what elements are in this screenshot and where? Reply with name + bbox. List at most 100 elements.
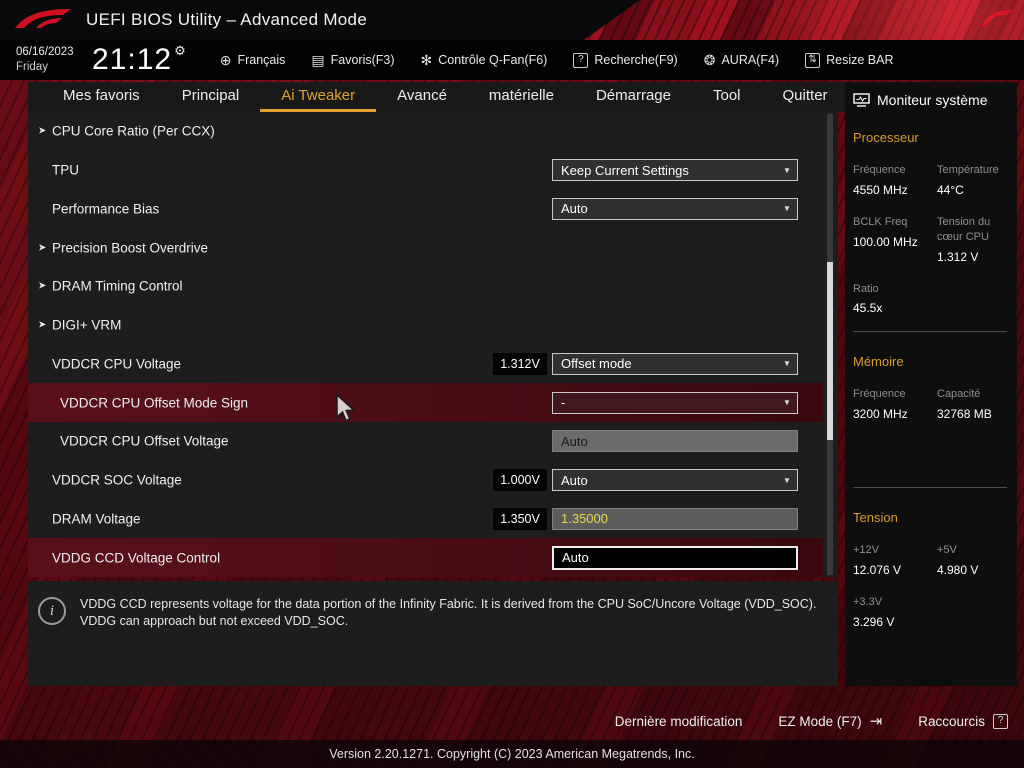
- setting-row-vddcr-cpu-offset-voltage: VDDCR CPU Offset Voltage Auto: [28, 422, 838, 461]
- current-value-badge: 1.000V: [493, 469, 547, 492]
- submenu-arrow-icon: ➤: [38, 319, 47, 331]
- setting-row-precision-boost-overdrive[interactable]: ➤ Precision Boost Overdrive: [28, 228, 838, 267]
- scrollbar-track[interactable]: [827, 114, 833, 575]
- memory-section: Mémoire Fréquence 3200 MHz Capacité 3276…: [845, 354, 1017, 421]
- tab-demarrage[interactable]: Démarrage: [575, 82, 692, 112]
- system-monitor-panel: Moniteur système Processeur Fréquence 45…: [845, 82, 1017, 686]
- setting-label: VDDCR SOC Voltage: [52, 472, 182, 488]
- tab-principal[interactable]: Principal: [161, 82, 261, 112]
- monitor-cell: Fréquence 3200 MHz: [853, 387, 937, 421]
- current-value-badge: 1.350V: [493, 507, 547, 530]
- monitor-label: BCLK Freq: [853, 215, 908, 228]
- dropdown-value: Keep Current Settings: [561, 162, 689, 178]
- monitor-label: Ratio: [853, 282, 879, 295]
- page-title: UEFI BIOS Utility – Advanced Mode: [86, 10, 368, 29]
- tpu-dropdown[interactable]: Keep Current Settings ▼: [552, 159, 798, 182]
- monitor-cell: +3.3V 3.296 V: [853, 595, 937, 629]
- favorites-label: Favoris(F3): [330, 53, 395, 67]
- uefi-background: UEFI BIOS Utility – Advanced Mode 06/16/…: [0, 0, 1024, 768]
- shortcuts-button[interactable]: Raccourcis ?: [918, 713, 1008, 729]
- system-monitor-header: Moniteur système: [845, 82, 1017, 108]
- last-modified-label: Dernière modification: [614, 713, 743, 729]
- setting-label: VDDG CCD Voltage Control: [52, 550, 221, 566]
- monitor-value: 4550 MHz: [853, 182, 908, 197]
- search-button[interactable]: ? Recherche(F9): [573, 52, 678, 68]
- setting-row-dram-timing-control[interactable]: ➤ DRAM Timing Control: [28, 267, 838, 306]
- setting-label: TPU: [52, 162, 79, 178]
- section-divider: [853, 331, 1007, 333]
- tab-tool[interactable]: Tool: [692, 82, 762, 112]
- vddcr-soc-voltage-dropdown[interactable]: Auto ▼: [552, 469, 798, 492]
- monitor-value: 100.00 MHz: [853, 234, 918, 249]
- tab-quitter[interactable]: Quitter: [762, 82, 845, 112]
- submenu-arrow-icon: ➤: [38, 242, 47, 254]
- time-display: 21:12 ⚙: [92, 43, 186, 76]
- performance-bias-dropdown[interactable]: Auto ▼: [552, 197, 798, 220]
- setting-row-tpu: TPU Keep Current Settings ▼: [28, 151, 838, 190]
- chevron-down-icon: ▼: [783, 165, 791, 175]
- monitor-label: +12V: [853, 544, 879, 557]
- vddg-ccd-voltage-input[interactable]: Auto: [552, 545, 798, 570]
- day-value: Friday: [16, 61, 48, 73]
- vddcr-cpu-voltage-dropdown[interactable]: Offset mode ▼: [552, 352, 798, 375]
- vddcr-cpu-offset-voltage-input[interactable]: Auto: [552, 430, 798, 453]
- setting-label: Precision Boost Overdrive: [52, 240, 209, 256]
- last-modified-button[interactable]: Dernière modification: [615, 714, 743, 729]
- footer-actions: Dernière modification EZ Mode (F7) ⇥ Rac…: [615, 712, 1008, 730]
- monitor-cell: +12V 12.076 V: [853, 543, 937, 577]
- time-value: 21:12: [92, 43, 173, 76]
- monitor-label: Capacité: [937, 388, 981, 401]
- monitor-cell: +5V 4.980 V: [937, 543, 1017, 577]
- version-bar: Version 2.20.1271. Copyright (C) 2023 Am…: [0, 740, 1024, 768]
- monitor-value: 12.076 V: [853, 563, 902, 578]
- mouse-cursor: [336, 393, 356, 422]
- monitor-label: +3.3V: [853, 596, 883, 609]
- tab-materielle[interactable]: matérielle: [468, 82, 575, 112]
- setting-row-cpu-core-ratio[interactable]: ➤ CPU Core Ratio (Per CCX): [28, 112, 838, 151]
- setting-row-vddg-ccd-voltage-control: VDDG CCD Voltage Control Auto: [28, 538, 823, 577]
- dropdown-value: Offset mode: [561, 356, 632, 372]
- settings-panel: ➤ CPU Core Ratio (Per CCX) TPU Keep Curr…: [28, 112, 838, 577]
- voltage-section: Tension +12V 12.076 V +5V 4.980 V +3.3V …: [845, 510, 1017, 629]
- qfan-control-button[interactable]: ✻ Contrôle Q-Fan(F6): [421, 53, 548, 67]
- globe-icon: ⊕: [219, 52, 232, 68]
- monitor-label: Fréquence: [853, 388, 906, 401]
- monitor-cell: Température 44°C: [937, 163, 1017, 197]
- search-label: Recherche(F9): [594, 53, 678, 67]
- scrollbar-thumb[interactable]: [827, 262, 833, 440]
- favorites-button[interactable]: ▤ Favoris(F3): [311, 53, 394, 67]
- monitor-value: 1.312 V: [937, 249, 979, 264]
- submenu-arrow-icon: ➤: [38, 280, 47, 292]
- resize-bar-button[interactable]: ⇅ Resize BAR: [805, 52, 894, 68]
- language-button[interactable]: ⊕ Français: [220, 53, 286, 67]
- system-monitor-title: Moniteur système: [877, 92, 988, 108]
- monitor-cell: Tension du cœur CPU 1.312 V: [937, 215, 1017, 264]
- monitor-cell: Ratio 45.5x: [853, 282, 937, 316]
- setting-label: CPU Core Ratio (Per CCX): [52, 123, 215, 139]
- memory-heading: Mémoire: [853, 354, 904, 370]
- aura-button[interactable]: ❂ AURA(F4): [704, 53, 779, 67]
- chevron-down-icon: ▼: [783, 475, 791, 485]
- clock-settings-gear-icon[interactable]: ⚙: [174, 43, 186, 59]
- search-icon: ?: [573, 52, 589, 68]
- tab-avance[interactable]: Avancé: [376, 82, 468, 112]
- setting-label: VDDCR CPU Offset Voltage: [60, 433, 229, 449]
- footer: Dernière modification EZ Mode (F7) ⇥ Rac…: [0, 686, 1024, 768]
- setting-label: VDDCR CPU Offset Mode Sign: [60, 395, 249, 411]
- offset-mode-sign-dropdown[interactable]: - ▼: [552, 391, 798, 414]
- rog-corner-emblem-icon: [981, 10, 1013, 26]
- dropdown-value: -: [561, 395, 566, 411]
- setting-row-digi-vrm[interactable]: ➤ DIGI+ VRM: [28, 306, 838, 345]
- quick-access-menu: ⊕ Français ▤ Favoris(F3) ✻ Contrôle Q-Fa…: [220, 52, 894, 68]
- rog-logo-icon: [15, 9, 71, 28]
- section-divider: [853, 487, 1007, 489]
- aura-label: AURA(F4): [721, 53, 780, 67]
- ez-mode-button[interactable]: EZ Mode (F7) ⇥: [778, 712, 882, 730]
- setting-row-dram-voltage: DRAM Voltage 1.350V 1.35000: [28, 500, 838, 539]
- tab-ai-tweaker[interactable]: Ai Tweaker: [260, 82, 377, 112]
- dram-voltage-input[interactable]: 1.35000: [552, 507, 798, 530]
- clockbar: 06/16/2023 Friday 21:12 ⚙ ⊕ Français ▤ F…: [0, 40, 1024, 80]
- help-text: VDDG CCD represents voltage for the data…: [80, 597, 817, 628]
- tab-mes-favoris[interactable]: Mes favoris: [42, 82, 161, 112]
- info-icon: i: [38, 597, 66, 625]
